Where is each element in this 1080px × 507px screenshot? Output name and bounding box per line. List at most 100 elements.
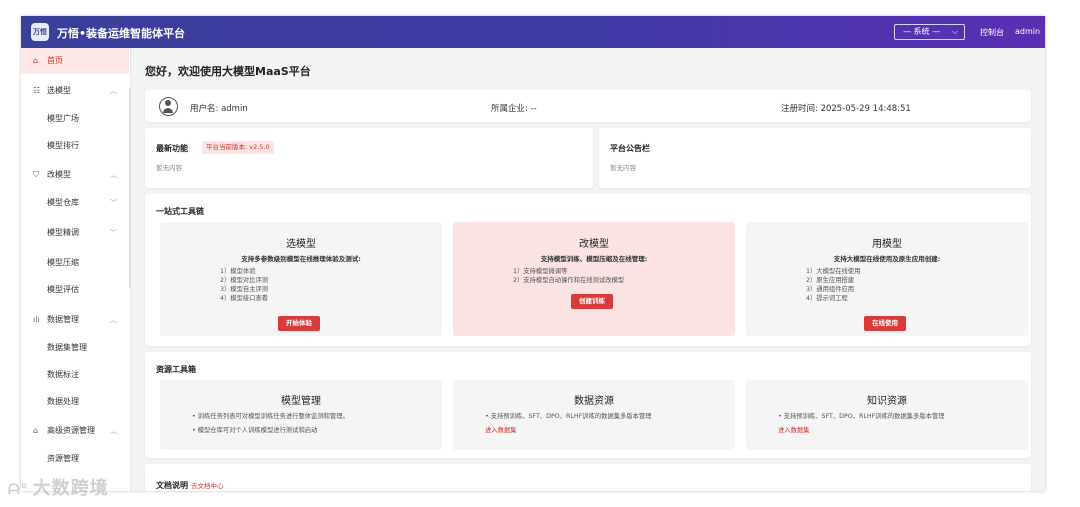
sidebar-item-data-labeling[interactable]: 数据标注	[21, 362, 129, 388]
app-window: 万悟 万悟•装备运维智能体平台 — 系统 — ⌵ 控制台 admin ⌂ 首页 …	[21, 16, 1045, 491]
tool-desc: 支持模型训练、模型压缩及在线管理:	[540, 255, 648, 263]
create-training-button[interactable]: 创建训练	[571, 294, 613, 309]
latest-features-empty: 暂无内容	[156, 164, 182, 172]
chevron-down-icon: ﹀	[110, 229, 117, 237]
sidebar-item-data-processing[interactable]: 数据处理	[21, 389, 129, 415]
tool-title: 用模型	[872, 239, 902, 250]
sidebar-item-resource-management[interactable]: 资源管理	[21, 446, 129, 472]
registered-time-text: 注册时间: 2025-05-29 14:48:51	[781, 104, 911, 114]
toolchain-title: 一站式工具链	[156, 207, 204, 216]
sidebar-item-home[interactable]: ⌂ 首页	[21, 48, 129, 74]
chevron-up-icon: ︿	[110, 316, 117, 324]
list-item: 1）支持模型微调等	[513, 268, 568, 275]
docs-title: 文档说明 去文档中心	[156, 480, 224, 491]
sidebar-item-model-compress[interactable]: 模型压缩	[21, 250, 129, 276]
sidebar-item-label: 模型广场	[47, 114, 79, 123]
sidebar-item-model-eval[interactable]: 模型评估	[21, 277, 129, 303]
enter-dataset-link[interactable]: 进入数据集	[485, 425, 516, 434]
list-item: 4）模型接口查看	[220, 295, 269, 302]
sidebar-item-label: 数据标注	[47, 370, 79, 379]
start-experience-button[interactable]: 开始体验	[278, 316, 320, 331]
sidebar-item-model-square[interactable]: 模型广场	[21, 106, 129, 132]
resource-toolbox-card: 资源工具箱 模型管理 • 训练任务列表可对模型训练任务进行整体监测和管理。 • …	[145, 352, 1031, 458]
latest-features-card: 最新功能 平台当前版本: v2.5.0 暂无内容	[145, 128, 593, 188]
sidebar-item-dataset-management[interactable]: 数据集管理	[21, 335, 129, 361]
enter-dataset-link[interactable]: 进入数据集	[778, 425, 809, 434]
watermark-icon: ᗩ°	[8, 482, 29, 498]
tool-feature-list: 1）模型体验 2）模型对比评测 3）模型自主评测 4）模型接口查看	[220, 267, 268, 303]
tool-modify-model: 改模型 支持模型训练、模型压缩及在线管理: 1）支持模型微调等 2）支持模型自动…	[453, 222, 735, 336]
resource-title: 知识资源	[867, 396, 907, 407]
chevron-down-icon: ﹀	[110, 199, 117, 207]
tool-desc: 支持多参数级别模型在线推理体验及测试:	[241, 255, 361, 263]
list-item: 2）模型对比评测	[220, 277, 269, 284]
list-item: • 模型仓库可对个人训练模型进行测试和启动	[192, 427, 318, 434]
sidebar-group-select-model[interactable]: ☷ 选模型 ︿	[21, 78, 129, 104]
resource-list: • 训练任务列表可对模型训练任务进行整体监测和管理。 • 模型仓库可对个人训练模…	[192, 410, 349, 438]
sidebar: ⌂ 首页 ☷ 选模型 ︿ 模型广场 模型排行 ⛉ 改模型 ︿ 模型仓库 ﹀ 模型…	[21, 48, 131, 491]
chevron-down-icon: ⌵	[951, 27, 958, 36]
list-item: • 支持预训练、SFT、DPO、RLHF训练的数据集多版本管理	[778, 413, 945, 420]
resource-list: • 支持预训练、SFT、DPO、RLHF训练的数据集多版本管理	[778, 410, 945, 424]
tool-title: 选模型	[286, 239, 316, 250]
resource-toolbox-title: 资源工具箱	[156, 365, 196, 374]
docs-card: 文档说明 去文档中心	[145, 464, 1031, 491]
page-title: 您好，欢迎使用大模型MaaS平台	[145, 65, 311, 78]
docs-title-text: 文档说明	[156, 481, 188, 490]
resource-list: • 支持预训练、SFT、DPO、RLHF训练的数据集多版本管理	[485, 410, 652, 424]
list-item: 3）通用组件应用	[806, 286, 855, 293]
resource-model-management: 模型管理 • 训练任务列表可对模型训练任务进行整体监测和管理。 • 模型仓库可对…	[160, 380, 442, 450]
list-item: • 训练任务列表可对模型训练任务进行整体监测和管理。	[192, 413, 349, 420]
chevron-up-icon: ︿	[110, 427, 117, 435]
system-select[interactable]: — 系统 — ⌵	[894, 24, 965, 40]
list-item: 4）提示词工程	[806, 295, 848, 302]
sidebar-group-modify-model[interactable]: ⛉ 改模型 ︿	[21, 162, 129, 188]
sidebar-item-label: 数据管理	[47, 315, 79, 324]
console-link[interactable]: 控制台	[980, 27, 1004, 38]
sidebar-item-label: 选模型	[47, 86, 71, 95]
sidebar-item-label: 模型压缩	[47, 258, 79, 267]
sidebar-group-data-management[interactable]: ılı 数据管理 ︿	[21, 307, 129, 333]
sidebar-item-model-finetune[interactable]: 模型精调 ﹀	[21, 220, 129, 246]
sidebar-item-label: 模型精调	[47, 228, 79, 237]
list-item: 3）模型自主评测	[220, 286, 269, 293]
main-content: 您好，欢迎使用大模型MaaS平台 用户名: admin 所属企业: -- 注册时…	[131, 48, 1045, 491]
sidebar-item-label: 数据处理	[47, 397, 79, 406]
sidebar-item-label: 改模型	[47, 170, 71, 179]
top-header: 万悟 万悟•装备运维智能体平台 — 系统 — ⌵ 控制台 admin	[21, 16, 1045, 48]
watermark-text: 大数跨境	[32, 478, 109, 499]
bar-chart-icon: ılı	[33, 315, 40, 324]
latest-features-title: 最新功能	[156, 144, 188, 153]
notice-card: 平台公告栏 暂无内容	[599, 128, 1031, 188]
sidebar-group-advanced-resources[interactable]: ⌂ 高级资源管理 ︿	[21, 418, 129, 444]
chevron-up-icon: ︿	[110, 171, 117, 179]
sidebar-item-model-ranking[interactable]: 模型排行	[21, 133, 129, 159]
list-item: 2）支持模型自动操作和在线测试改模型	[513, 277, 625, 284]
watermark-logo: ᗩ° 大数跨境	[8, 474, 109, 500]
sidebar-item-label: 高级资源管理	[47, 426, 95, 435]
resource-title: 模型管理	[281, 396, 321, 407]
doc-center-link[interactable]: 去文档中心	[191, 482, 224, 490]
tool-desc: 支持大模型在线使用及原生应用创建:	[833, 255, 941, 263]
list-item: • 支持预训练、SFT、DPO、RLHF训练的数据集多版本管理	[485, 413, 652, 420]
use-online-button[interactable]: 在线使用	[864, 316, 906, 331]
list-item: 2）原生应用搭建	[806, 277, 855, 284]
system-select-value: — 系统 —	[903, 27, 941, 36]
company-text: 所属企业: --	[491, 104, 537, 114]
sidebar-item-model-repo[interactable]: 模型仓库 ﹀	[21, 190, 129, 216]
resource-data: 数据资源 • 支持预训练、SFT、DPO、RLHF训练的数据集多版本管理 进入数…	[453, 380, 735, 450]
notice-empty: 暂无内容	[610, 164, 636, 172]
bank-icon: ⌂	[33, 426, 39, 435]
notice-title: 平台公告栏	[610, 144, 650, 153]
sidebar-item-label: 首页	[47, 56, 63, 65]
sidebar-item-label: 模型评估	[47, 285, 79, 294]
resource-title: 数据资源	[574, 396, 614, 407]
sidebar-item-label: 资源管理	[47, 454, 79, 463]
list-item: 1）模型体验	[220, 268, 256, 275]
user-menu[interactable]: admin	[1015, 27, 1040, 36]
username-text: 用户名: admin	[190, 104, 248, 114]
tool-title: 改模型	[579, 239, 609, 250]
tool-select-model: 选模型 支持多参数级别模型在线推理体验及测试: 1）模型体验 2）模型对比评测 …	[160, 222, 442, 336]
resource-knowledge: 知识资源 • 支持预训练、SFT、DPO、RLHF训练的数据集多版本管理 进入数…	[746, 380, 1028, 450]
tool-use-model: 用模型 支持大模型在线使用及原生应用创建: 1）大模型在线使用 2）原生应用搭建…	[746, 222, 1028, 336]
